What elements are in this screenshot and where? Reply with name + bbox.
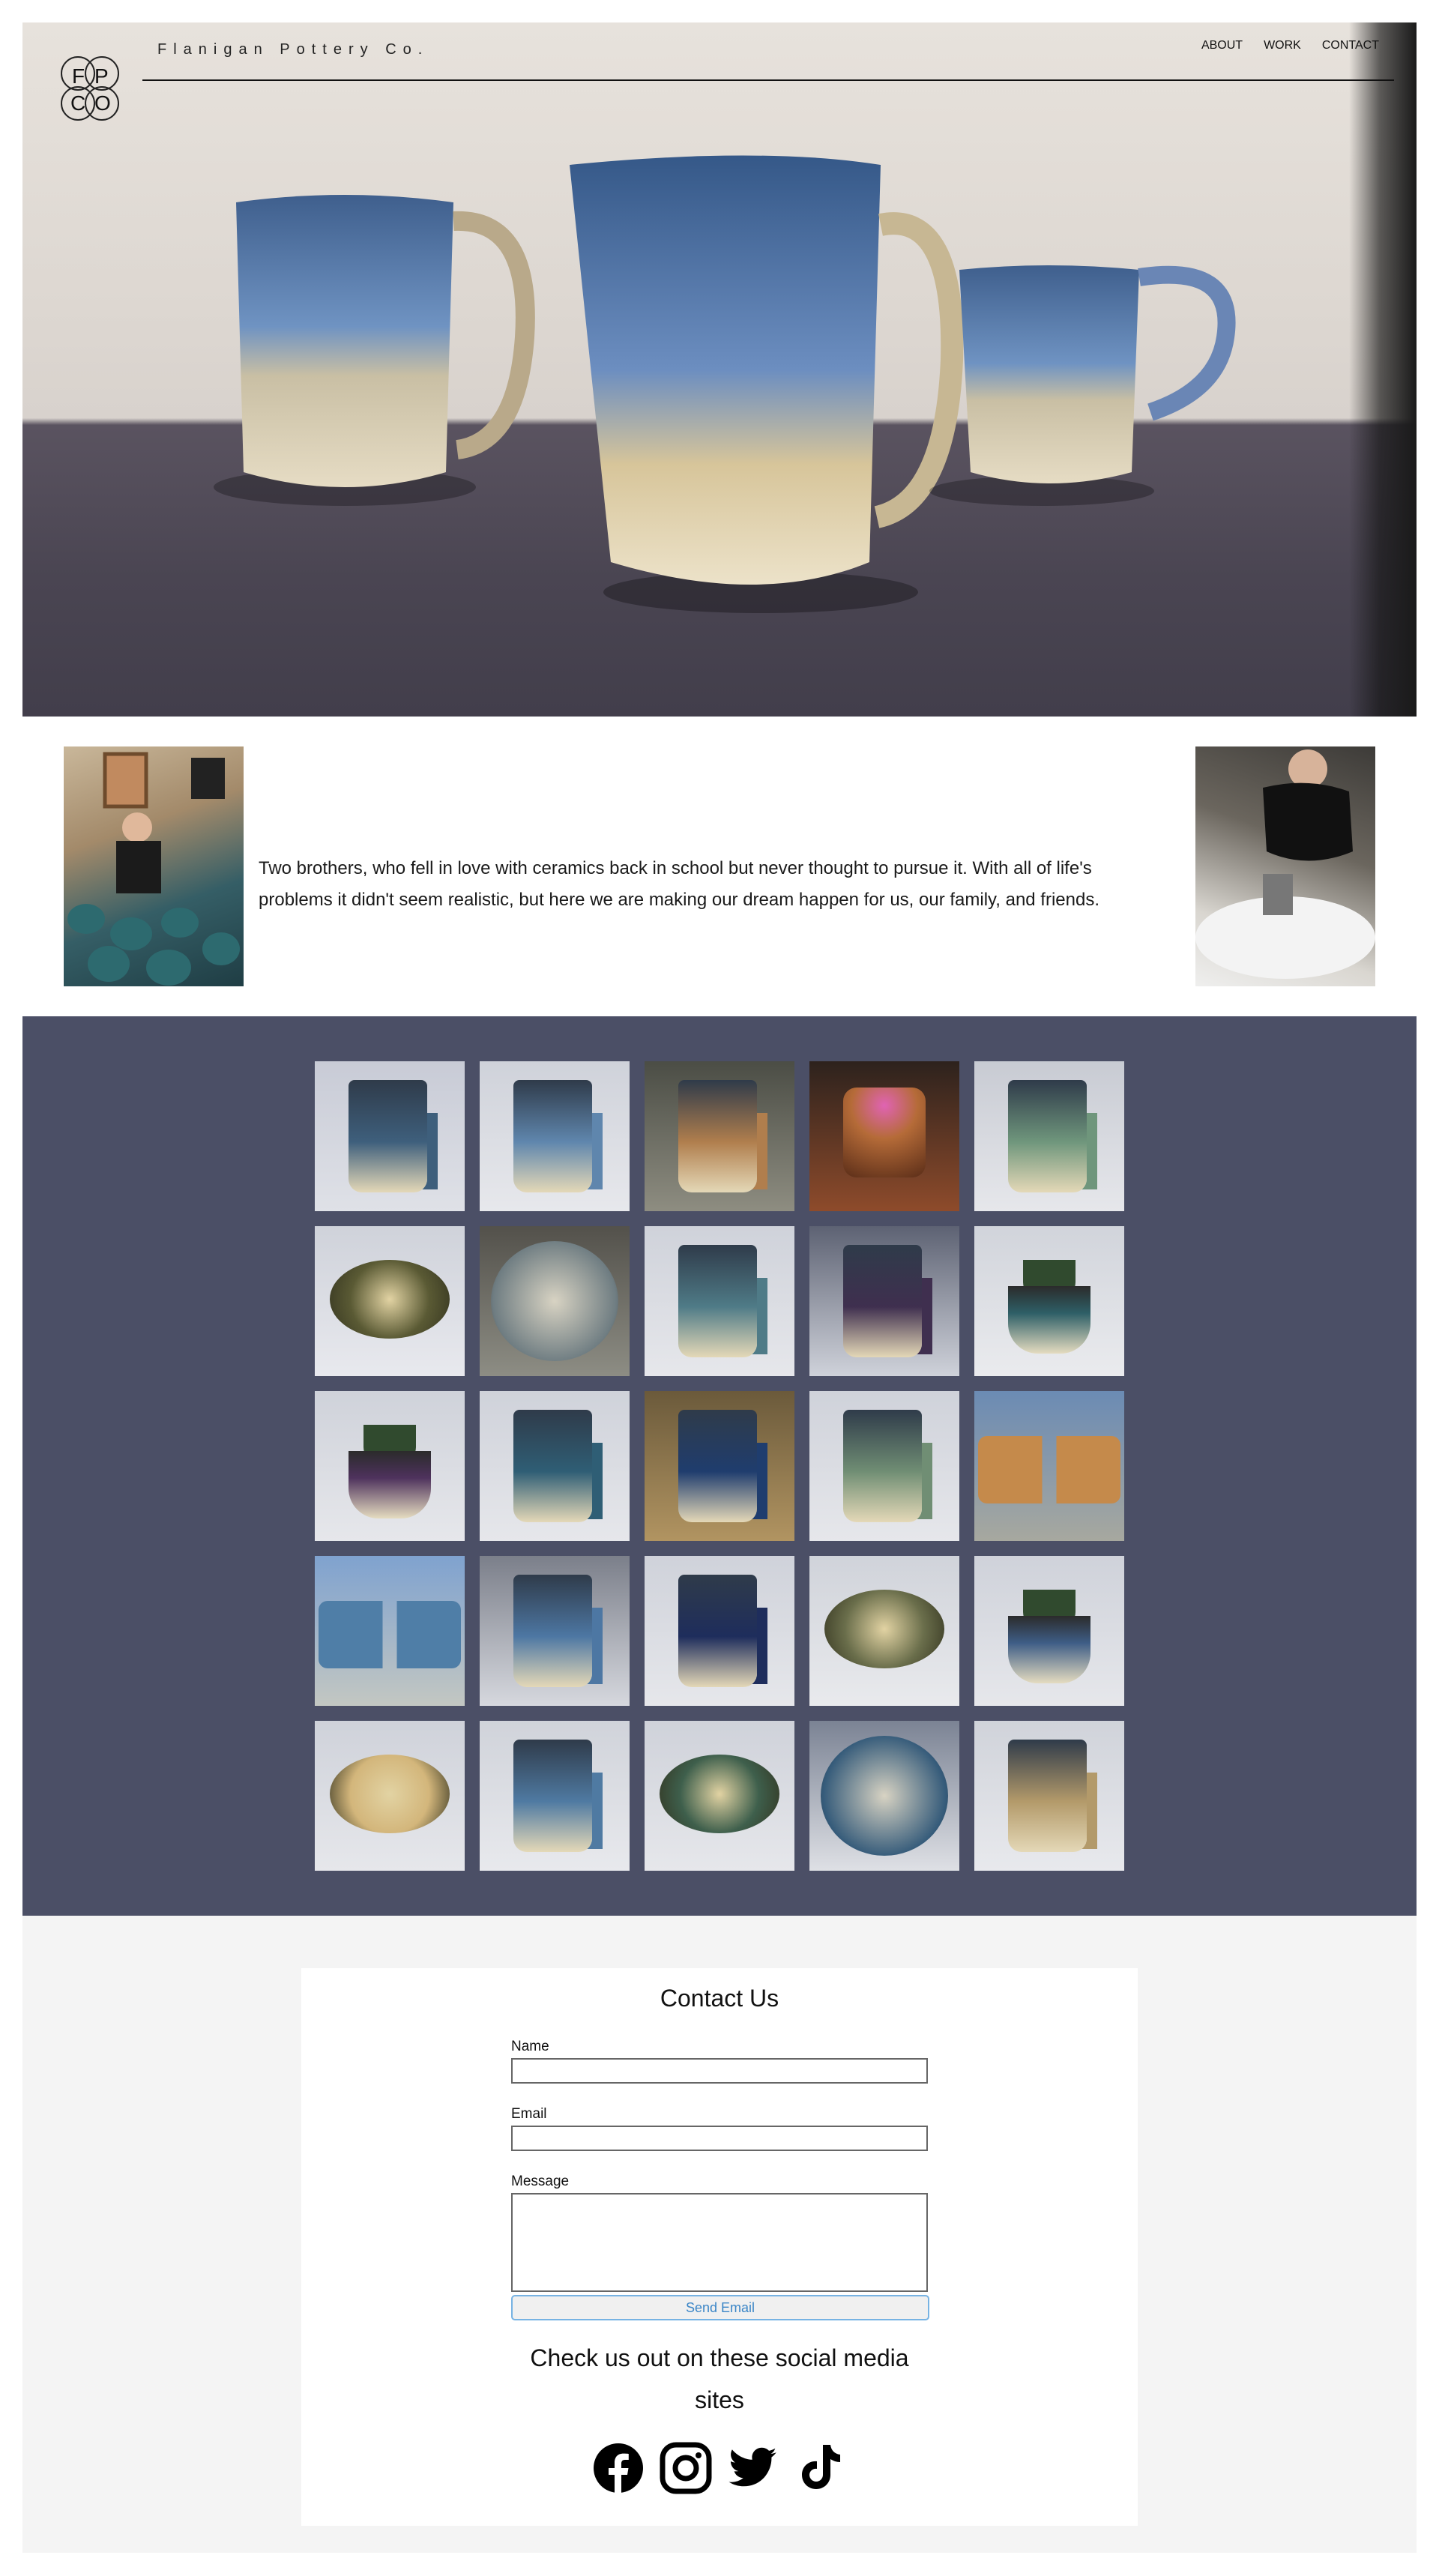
gallery-tile-3[interactable]: [645, 1061, 794, 1211]
gallery-tile-8[interactable]: [645, 1226, 794, 1376]
contact-section: Contact Us Name Email Message Send Email…: [22, 1916, 1417, 2553]
about-photo-right: [1195, 746, 1375, 986]
gallery-tile-11[interactable]: [315, 1391, 465, 1541]
pottery-bowls: [319, 1601, 461, 1668]
gallery-tile-13[interactable]: [645, 1391, 794, 1541]
pottery-mug: [1008, 1740, 1087, 1852]
gallery-tile-6[interactable]: [315, 1226, 465, 1376]
contact-title: Contact Us: [660, 1985, 779, 2012]
brand-logo-letters: F P C O: [51, 51, 129, 129]
pottery-plate: [330, 1260, 450, 1339]
social-title: Check us out on these social media sites: [301, 2337, 1138, 2421]
gallery-tile-17[interactable]: [480, 1556, 630, 1706]
pottery-plate: [824, 1590, 944, 1668]
work-gallery: [22, 1016, 1417, 1916]
pottery-mug: [678, 1080, 757, 1192]
pottery-mug: [678, 1245, 757, 1357]
pottery-mug: [678, 1575, 757, 1687]
gallery-tile-24[interactable]: [809, 1721, 959, 1871]
gallery-tile-5[interactable]: [974, 1061, 1124, 1211]
logo-letter-o: O: [94, 91, 111, 115]
pottery-plate: [660, 1755, 779, 1833]
pottery-plant: [349, 1451, 431, 1518]
about-section: Two brothers, who fell in love with cera…: [22, 717, 1417, 1016]
gallery-tile-2[interactable]: [480, 1061, 630, 1211]
pottery-mug: [513, 1575, 592, 1687]
gallery-tile-18[interactable]: [645, 1556, 794, 1706]
nav-work[interactable]: WORK: [1264, 39, 1301, 52]
pottery-mug: [513, 1410, 592, 1522]
pottery-cups: [978, 1436, 1120, 1503]
pottery-candle: [843, 1088, 926, 1177]
brand-name: Flanigan Pottery Co.: [157, 41, 429, 58]
gallery-tile-21[interactable]: [315, 1721, 465, 1871]
email-label: Email: [511, 2106, 547, 2122]
pottery-bowl: [821, 1736, 948, 1856]
gallery-tile-22[interactable]: [480, 1721, 630, 1871]
pottery-mug: [843, 1410, 922, 1522]
name-label: Name: [511, 2039, 549, 2054]
social-links: [301, 2442, 1138, 2494]
logo-letter-f: F: [72, 64, 85, 88]
pottery-plant: [1008, 1616, 1090, 1683]
email-input[interactable]: [511, 2126, 928, 2151]
gallery-tile-16[interactable]: [315, 1556, 465, 1706]
pottery-mug: [513, 1740, 592, 1852]
pottery-mug: [678, 1410, 757, 1522]
facebook-icon[interactable]: [592, 2442, 645, 2494]
gallery-tile-4[interactable]: [809, 1061, 959, 1211]
instagram-icon[interactable]: [660, 2442, 712, 2494]
gallery-tile-1[interactable]: [315, 1061, 465, 1211]
gallery-grid: [315, 1061, 1124, 1871]
send-email-button[interactable]: Send Email: [511, 2295, 929, 2320]
logo-letter-p: P: [94, 64, 109, 88]
tiktok-icon[interactable]: [794, 2442, 847, 2494]
contact-card: Contact Us Name Email Message Send Email…: [301, 1968, 1138, 2526]
gallery-tile-23[interactable]: [645, 1721, 794, 1871]
gallery-tile-15[interactable]: [974, 1391, 1124, 1541]
twitter-icon[interactable]: [727, 2442, 779, 2494]
name-input[interactable]: [511, 2058, 928, 2084]
message-label: Message: [511, 2174, 570, 2189]
logo-letter-c: C: [70, 91, 86, 115]
gallery-tile-7[interactable]: [480, 1226, 630, 1376]
header-rule: [142, 79, 1394, 81]
pottery-mug: [349, 1080, 427, 1192]
gallery-tile-19[interactable]: [809, 1556, 959, 1706]
nav-contact[interactable]: CONTACT: [1322, 39, 1379, 52]
gallery-tile-25[interactable]: [974, 1721, 1124, 1871]
gallery-tile-9[interactable]: [809, 1226, 959, 1376]
pottery-plant: [1008, 1286, 1090, 1354]
gallery-tile-12[interactable]: [480, 1391, 630, 1541]
pottery-mug: [843, 1245, 922, 1357]
nav-about[interactable]: ABOUT: [1201, 39, 1243, 52]
hero-mugs-image: [214, 155, 1236, 613]
gallery-tile-10[interactable]: [974, 1226, 1124, 1376]
pottery-bowl: [491, 1241, 618, 1361]
pottery-mug: [1008, 1080, 1087, 1192]
gallery-tile-14[interactable]: [809, 1391, 959, 1541]
social-title-line2: sites: [695, 2386, 744, 2413]
about-photo-left: [64, 746, 244, 986]
social-title-line1: Check us out on these social media: [530, 2344, 909, 2371]
gallery-tile-20[interactable]: [974, 1556, 1124, 1706]
about-text: Two brothers, who fell in love with cera…: [259, 858, 1100, 910]
pottery-mug: [513, 1080, 592, 1192]
hero-banner: F P C O Flanigan Pottery Co. ABOUT WORK …: [22, 22, 1417, 717]
pottery-plate: [330, 1755, 450, 1833]
main-nav: ABOUT WORK CONTACT: [1201, 39, 1379, 52]
message-textarea[interactable]: [511, 2193, 928, 2292]
